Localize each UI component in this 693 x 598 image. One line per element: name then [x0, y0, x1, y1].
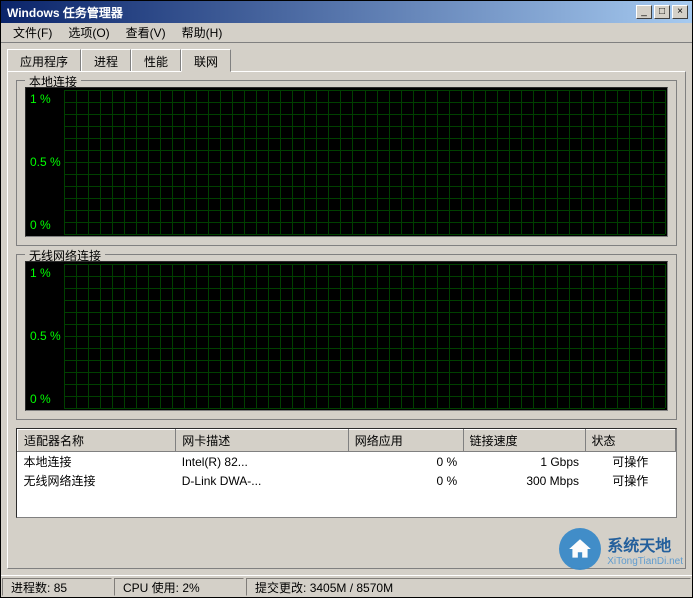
tab-applications[interactable]: 应用程序 [7, 49, 81, 71]
adapter-table-container[interactable]: 适配器名称 网卡描述 网络应用 链接速度 状态 本地连接 Intel(R) 82… [16, 428, 677, 518]
cell-usage: 0 % [348, 471, 463, 490]
graph-grid [64, 264, 665, 408]
watermark-text: 系统天地 XiTongTianDi.net [607, 532, 683, 567]
table-row[interactable]: 本地连接 Intel(R) 82... 0 % 1 Gbps 可操作 [18, 452, 676, 472]
y-label: 0.5 % [30, 155, 61, 169]
table-header-row: 适配器名称 网卡描述 网络应用 链接速度 状态 [18, 430, 676, 452]
menu-view[interactable]: 查看(V) [118, 22, 174, 43]
y-label: 0 % [30, 392, 61, 406]
y-axis-labels: 1 % 0.5 % 0 % [30, 88, 61, 236]
y-label: 1 % [30, 92, 61, 106]
menu-file[interactable]: 文件(F) [5, 22, 60, 43]
statusbar: 进程数: 85 CPU 使用: 2% 提交更改: 3405M / 8570M [1, 575, 692, 597]
graph-grid [64, 90, 665, 234]
network-graph-local: 1 % 0.5 % 0 % [25, 87, 668, 237]
window-controls: _ □ × [636, 5, 688, 19]
tab-networking[interactable]: 联网 [181, 49, 231, 72]
col-link-speed[interactable]: 链接速度 [463, 430, 585, 452]
col-net-usage[interactable]: 网络应用 [348, 430, 463, 452]
cell-usage: 0 % [348, 452, 463, 472]
watermark-main: 系统天地 [607, 532, 683, 556]
cell-speed: 1 Gbps [463, 452, 585, 472]
y-label: 0.5 % [30, 329, 61, 343]
col-adapter-name[interactable]: 适配器名称 [18, 430, 176, 452]
cell-desc: Intel(R) 82... [176, 452, 348, 472]
cell-name: 本地连接 [18, 452, 176, 472]
menubar: 文件(F) 选项(O) 查看(V) 帮助(H) [1, 23, 692, 43]
y-label: 0 % [30, 218, 61, 232]
status-processes: 进程数: 85 [2, 578, 112, 596]
table-row[interactable]: 无线网络连接 D-Link DWA-... 0 % 300 Mbps 可操作 [18, 471, 676, 490]
window-title: Windows 任务管理器 [5, 4, 636, 21]
status-cpu: CPU 使用: 2% [114, 578, 244, 596]
network-graph-wireless: 1 % 0.5 % 0 % [25, 261, 668, 411]
graph-group-local: 本地连接 1 % 0.5 % 0 % [16, 80, 677, 246]
cell-state: 可操作 [585, 452, 675, 472]
networking-panel: 本地连接 1 % 0.5 % 0 % 无线网络连接 1 % 0.5 % [7, 71, 686, 569]
cell-desc: D-Link DWA-... [176, 471, 348, 490]
titlebar[interactable]: Windows 任务管理器 _ □ × [1, 1, 692, 23]
graph-group-wireless: 无线网络连接 1 % 0.5 % 0 % [16, 254, 677, 420]
content-area: 应用程序 进程 性能 联网 本地连接 1 % 0.5 % 0 % 无线网络连接 [1, 43, 692, 575]
adapter-table: 适配器名称 网卡描述 网络应用 链接速度 状态 本地连接 Intel(R) 82… [17, 429, 676, 490]
watermark: 系统天地 XiTongTianDi.net [559, 528, 683, 570]
close-button[interactable]: × [672, 5, 688, 19]
tab-processes[interactable]: 进程 [81, 49, 131, 71]
col-nic-desc[interactable]: 网卡描述 [176, 430, 348, 452]
menu-options[interactable]: 选项(O) [60, 22, 117, 43]
tab-performance[interactable]: 性能 [131, 49, 181, 71]
minimize-button[interactable]: _ [636, 5, 652, 19]
cell-speed: 300 Mbps [463, 471, 585, 490]
maximize-button[interactable]: □ [654, 5, 670, 19]
status-commit: 提交更改: 3405M / 8570M [246, 578, 691, 596]
watermark-house-icon [559, 528, 601, 570]
y-label: 1 % [30, 266, 61, 280]
y-axis-labels: 1 % 0.5 % 0 % [30, 262, 61, 410]
watermark-sub: XiTongTianDi.net [607, 556, 683, 567]
menu-help[interactable]: 帮助(H) [174, 22, 231, 43]
cell-state: 可操作 [585, 471, 675, 490]
task-manager-window: Windows 任务管理器 _ □ × 文件(F) 选项(O) 查看(V) 帮助… [0, 0, 693, 598]
tab-strip: 应用程序 进程 性能 联网 [7, 49, 686, 71]
cell-name: 无线网络连接 [18, 471, 176, 490]
col-state[interactable]: 状态 [585, 430, 675, 452]
